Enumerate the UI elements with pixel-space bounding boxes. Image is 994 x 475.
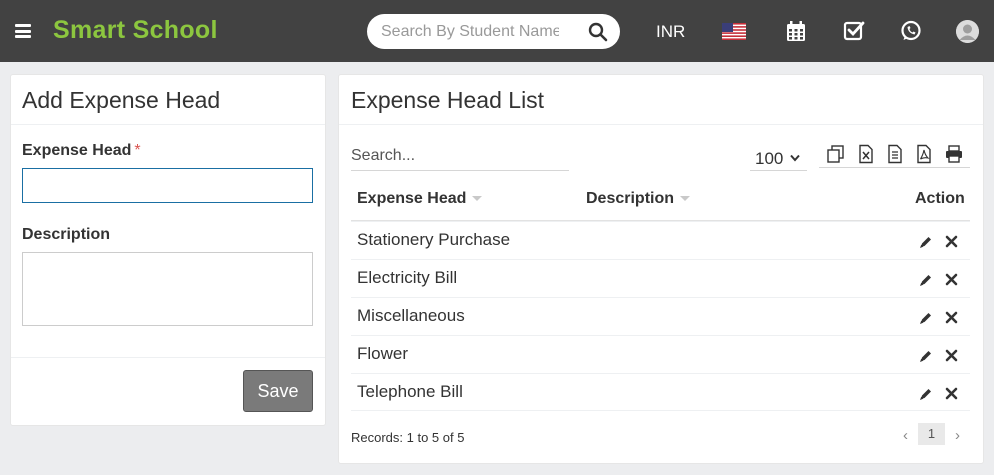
sort-icon — [472, 196, 483, 202]
description-textarea[interactable] — [22, 252, 313, 326]
edit-icon[interactable] — [919, 311, 933, 325]
delete-icon[interactable] — [945, 349, 958, 362]
save-button[interactable]: Save — [243, 370, 313, 412]
user-avatar-icon[interactable] — [956, 20, 979, 43]
sort-icon — [680, 196, 691, 202]
edit-icon[interactable] — [919, 235, 933, 249]
description-label: Description — [22, 226, 111, 243]
column-header-description[interactable]: Description — [586, 190, 691, 208]
required-mark: * — [134, 142, 141, 159]
page-length-value: 100 — [755, 149, 784, 168]
pagination-prev[interactable]: ‹ — [903, 427, 908, 444]
excel-icon[interactable] — [856, 144, 876, 164]
print-icon[interactable] — [944, 144, 964, 164]
divider — [11, 124, 325, 125]
brand-title[interactable]: Smart School — [53, 16, 218, 45]
expense-head-cell: Miscellaneous — [357, 306, 465, 325]
table-row: Telephone Bill — [351, 373, 970, 411]
checkbox-icon[interactable] — [843, 20, 865, 42]
expense-head-cell: Electricity Bill — [357, 268, 458, 287]
edit-icon[interactable] — [919, 273, 933, 287]
edit-icon[interactable] — [919, 387, 933, 401]
table-row: Flower — [351, 335, 970, 373]
table-row: Stationery Purchase — [351, 221, 970, 259]
pagination-page[interactable]: 1 — [918, 423, 945, 445]
whatsapp-icon[interactable] — [900, 20, 922, 42]
top-navbar: Smart School INR — [0, 0, 994, 62]
pdf-icon[interactable] — [914, 144, 934, 164]
pagination-next[interactable]: › — [955, 427, 960, 444]
form-title: Add Expense Head — [22, 87, 221, 113]
divider — [339, 124, 983, 125]
student-search-box — [367, 14, 620, 49]
divider — [11, 357, 325, 358]
delete-icon[interactable] — [945, 273, 958, 286]
menu-icon[interactable] — [15, 24, 31, 38]
delete-icon[interactable] — [945, 235, 958, 248]
student-search-input[interactable] — [381, 14, 559, 49]
expense-head-cell: Flower — [357, 344, 409, 363]
search-icon[interactable] — [588, 22, 608, 42]
table-row: Miscellaneous — [351, 297, 970, 335]
table-bottom-divider — [351, 410, 970, 411]
calendar-icon[interactable] — [785, 20, 807, 42]
csv-icon[interactable] — [885, 144, 905, 164]
expense-head-input[interactable] — [22, 168, 313, 203]
page-length-select[interactable]: 100 — [750, 145, 807, 171]
delete-icon[interactable] — [945, 311, 958, 324]
chevron-down-icon — [790, 154, 800, 162]
edit-icon[interactable] — [919, 349, 933, 363]
toolbar-underline — [819, 167, 970, 168]
expense-head-cell: Stationery Purchase — [357, 230, 511, 249]
column-header-action: Action — [915, 190, 965, 207]
records-info: Records: 1 to 5 of 5 — [351, 430, 465, 445]
delete-icon[interactable] — [945, 387, 958, 400]
table-row: Electricity Bill — [351, 259, 970, 297]
list-search-input[interactable] — [351, 142, 569, 171]
currency-selector[interactable]: INR — [656, 22, 685, 42]
list-title: Expense Head List — [351, 87, 545, 113]
expense-head-label: Expense Head * — [22, 142, 141, 159]
copy-icon[interactable] — [826, 144, 846, 164]
expense-head-cell: Telephone Bill — [357, 382, 463, 401]
us-flag-icon[interactable] — [722, 23, 746, 40]
column-header-expense-head[interactable]: Expense Head — [357, 190, 483, 208]
